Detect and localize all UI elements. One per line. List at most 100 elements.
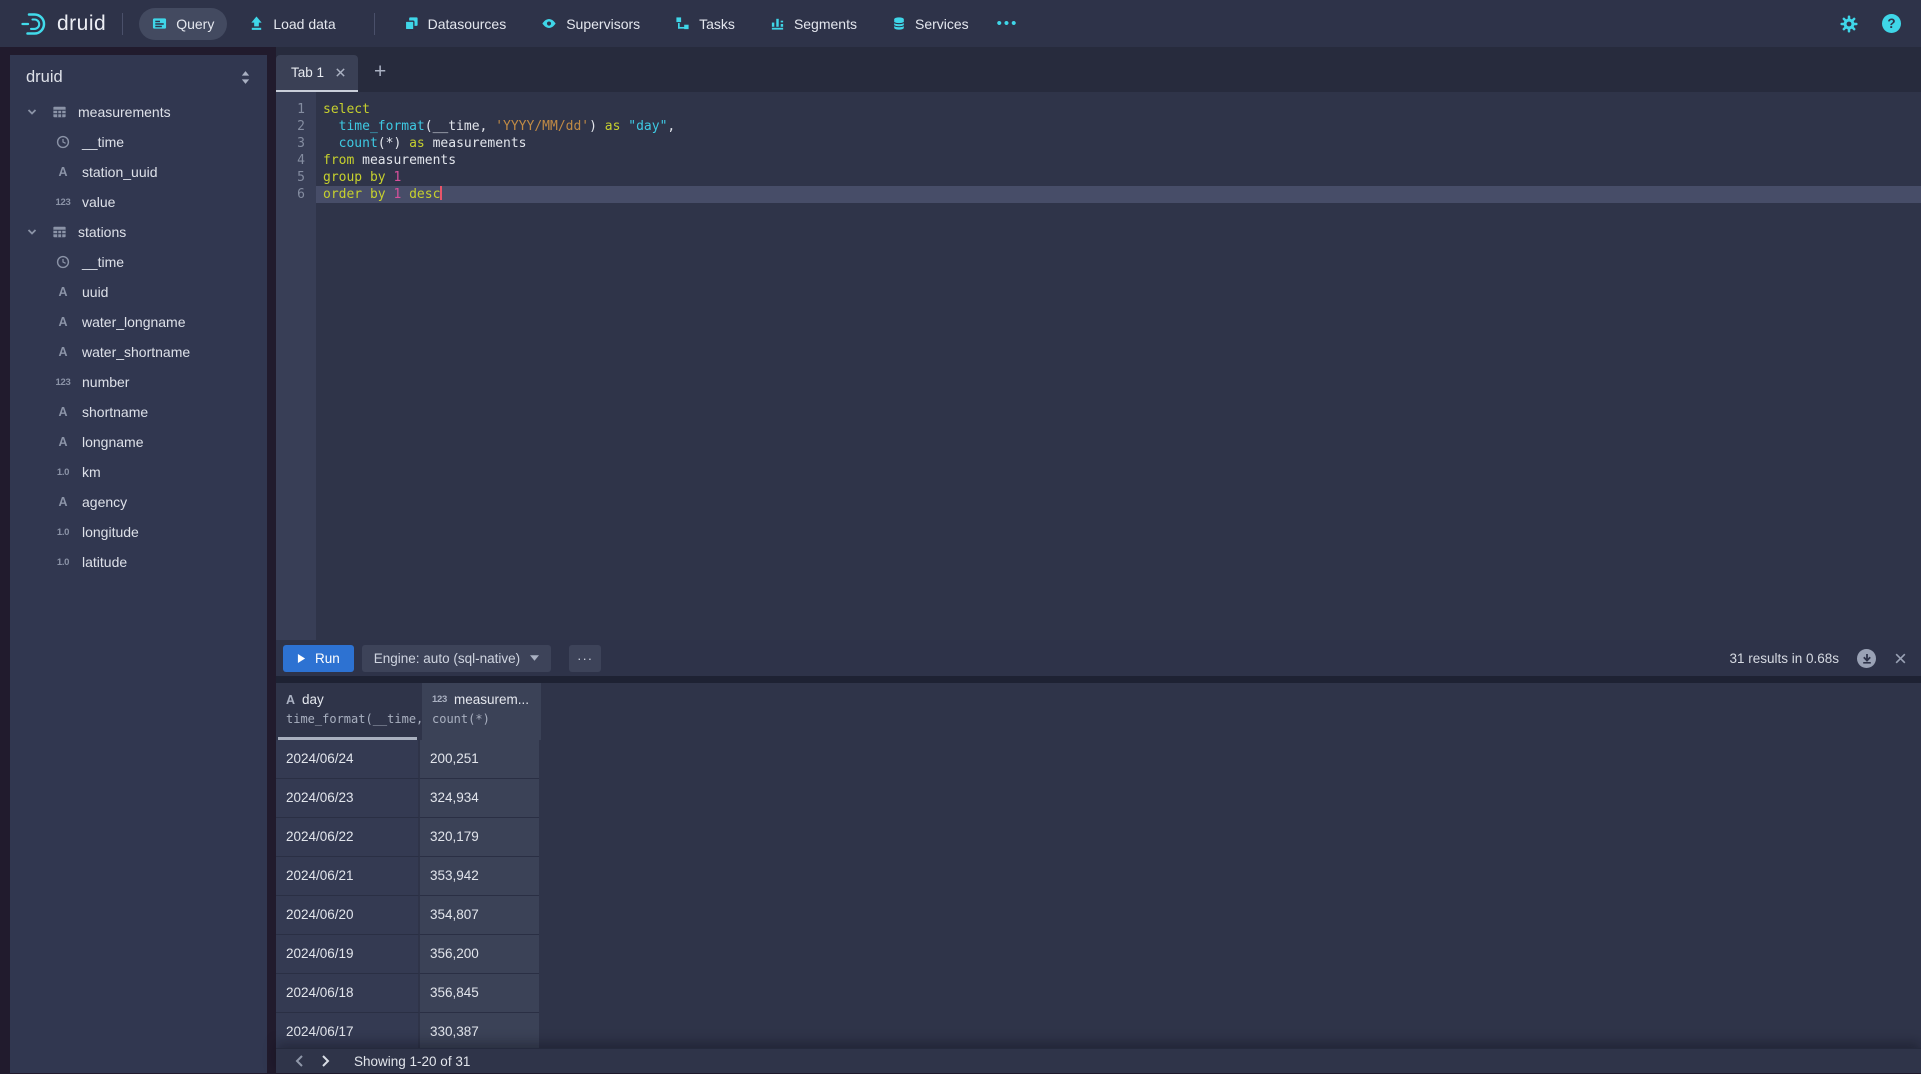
tree-item-agency[interactable]: Aagency [10,487,267,517]
sql-code[interactable]: select time_format(__time, 'YYYY/MM/dd')… [316,92,1921,203]
download-icon[interactable] [1857,649,1876,668]
tree-item-label: agency [82,494,127,510]
code-line-2[interactable]: time_format(__time, 'YYYY/MM/dd') as "da… [316,118,1921,135]
gear-icon[interactable] [1840,15,1858,33]
cell-measurements[interactable]: 353,942 [420,857,539,896]
tree-item-km[interactable]: 1.0km [10,457,267,487]
chevron-down-icon[interactable] [26,106,39,118]
column-header-measurements[interactable]: 123 measurem... count(*) [422,683,541,740]
nav-more-button[interactable]: ••• [991,15,1025,32]
string-icon: A [52,315,74,329]
help-icon[interactable]: ? [1882,14,1901,33]
tree-item-stations[interactable]: stations [10,217,267,247]
tab-close-icon[interactable] [335,67,346,78]
sql-editor[interactable]: 123456 select time_format(__time, 'YYYY/… [276,92,1921,640]
tree-item-label: water_longname [82,314,186,330]
nav-item-load-data[interactable]: Load data [236,8,348,40]
tree-item-shortname[interactable]: Ashortname [10,397,267,427]
time-icon [52,135,74,149]
nav-item-label: Services [915,16,969,32]
double-caret-icon [240,70,251,85]
tree-item-label: value [82,194,115,210]
nav-item-tasks[interactable]: Tasks [662,8,748,40]
line-number: 5 [276,169,316,186]
query-view: Tab 1 + 123456 select time_format(__time… [276,47,1921,1073]
tree-item--time[interactable]: __time [10,127,267,157]
panel-divider[interactable] [276,676,1921,683]
table-row: 2024/06/19356,200 [276,935,1921,974]
cell-day[interactable]: 2024/06/23 [276,779,420,818]
schema-name: druid [26,68,63,87]
cell-measurements[interactable]: 324,934 [420,779,539,818]
tab-tab1[interactable]: Tab 1 [276,55,358,92]
tree-item-label: __time [82,134,124,150]
druid-logo-icon [20,11,48,37]
string-icon: A [52,165,74,179]
code-line-1[interactable]: select [316,101,1921,118]
tree-item--time[interactable]: __time [10,247,267,277]
tree-item-number[interactable]: 123number [10,367,267,397]
cell-day[interactable]: 2024/06/20 [276,896,420,935]
tree-item-label: water_shortname [82,344,190,360]
engine-select[interactable]: Engine: auto (sql-native) [362,645,551,672]
cell-measurements[interactable]: 356,845 [420,974,539,1013]
cell-measurements[interactable]: 330,387 [420,1013,539,1048]
run-bar: Run Engine: auto (sql-native) ··· 31 res… [276,640,1921,676]
cell-day[interactable]: 2024/06/24 [276,740,420,779]
column-header-day[interactable]: A day time_format(__time, … [276,683,422,740]
tree-item-label: longitude [82,524,139,540]
nav-item-services[interactable]: Services [879,8,982,40]
code-line-4[interactable]: from measurements [316,152,1921,169]
cell-day[interactable]: 2024/06/22 [276,818,420,857]
schema-selector[interactable]: druid [10,55,267,97]
tree-item-longname[interactable]: Alongname [10,427,267,457]
cell-day[interactable]: 2024/06/21 [276,857,420,896]
tree-item-value[interactable]: 123value [10,187,267,217]
chevron-down-icon[interactable] [26,226,39,238]
tree-item-measurements[interactable]: measurements [10,97,267,127]
tree-item-label: km [82,464,101,480]
table-row: 2024/06/17330,387 [276,1013,1921,1048]
code-line-5[interactable]: group by 1 [316,169,1921,186]
code-line-6[interactable]: order by 1 desc [316,186,1921,203]
nav-item-datasources[interactable]: Datasources [391,8,520,40]
engine-label: Engine: auto (sql-native) [374,651,520,666]
cell-day[interactable]: 2024/06/19 [276,935,420,974]
nav-item-supervisors[interactable]: Supervisors [528,8,653,40]
new-tab-button[interactable]: + [374,60,386,84]
cell-day[interactable]: 2024/06/18 [276,974,420,1013]
tree-item-latitude[interactable]: 1.0latitude [10,547,267,577]
line-number: 6 [276,186,316,203]
table-row: 2024/06/20354,807 [276,896,1921,935]
prev-page-icon[interactable] [286,1049,312,1074]
nav-items: Query Load data DatasourcesSupervisors Task… [139,8,990,40]
results-panel: A day time_format(__time, … 123 measurem… [276,683,1921,1048]
tree-item-label: measurements [78,104,171,120]
next-page-icon[interactable] [312,1049,338,1074]
druid-logo[interactable]: druid [20,11,106,37]
cell-measurements[interactable]: 320,179 [420,818,539,857]
string-icon: A [52,345,74,359]
nav-item-label: Load data [273,16,335,32]
tree-item-label: shortname [82,404,148,420]
tree-item-water-longname[interactable]: Awater_longname [10,307,267,337]
cell-measurements[interactable]: 356,200 [420,935,539,974]
cell-measurements[interactable]: 200,251 [420,740,539,779]
close-results-icon[interactable] [1894,652,1907,665]
nav-item-query[interactable]: Query [139,8,227,40]
cell-measurements[interactable]: 354,807 [420,896,539,935]
tree-item-label: uuid [82,284,108,300]
query-more-button[interactable]: ··· [569,645,601,672]
tree-item-water-shortname[interactable]: Awater_shortname [10,337,267,367]
run-button[interactable]: Run [283,645,354,672]
line-number: 4 [276,152,316,169]
query-icon [152,16,167,31]
cell-day[interactable]: 2024/06/17 [276,1013,420,1048]
code-line-3[interactable]: count(*) as measurements [316,135,1921,152]
tree-item-longitude[interactable]: 1.0longitude [10,517,267,547]
nav-item-segments[interactable]: Segments [757,8,870,40]
tree-item-uuid[interactable]: Auuid [10,277,267,307]
nav-item-label: Segments [794,16,857,32]
caret-down-icon [530,655,539,661]
tree-item-station-uuid[interactable]: Astation_uuid [10,157,267,187]
